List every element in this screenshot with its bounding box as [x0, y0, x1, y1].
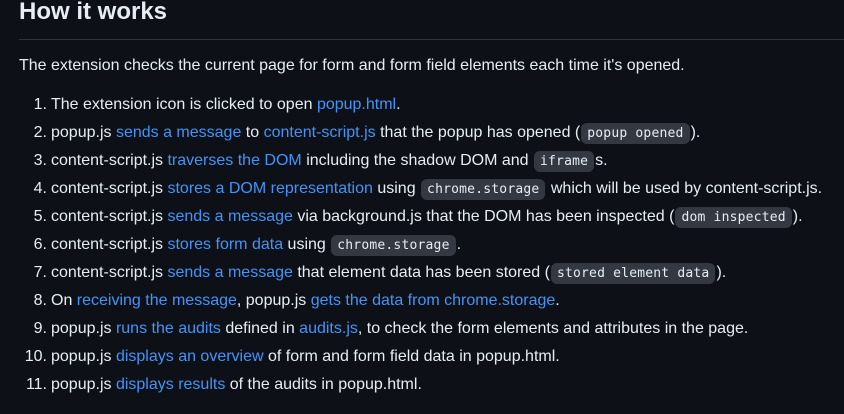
- list-item: 6. content-script.js stores form data usi…: [0, 235, 844, 263]
- step-text: popup.js: [51, 124, 116, 141]
- step-text: The extension icon is clicked to open: [51, 96, 317, 113]
- step-link[interactable]: runs the audits: [116, 320, 221, 337]
- list-item: 4. content-script.js stores a DOM represe…: [0, 179, 844, 207]
- step-text: , popup.js: [236, 292, 311, 309]
- step-link[interactable]: audits.js: [299, 320, 358, 337]
- step-link[interactable]: popup.html: [317, 96, 396, 113]
- step-text: On: [51, 292, 77, 309]
- step-link[interactable]: sends a message: [167, 208, 292, 225]
- step-text: .: [396, 96, 401, 113]
- step-text: popup.js: [51, 320, 116, 337]
- list-item-number: 11.: [25, 376, 47, 393]
- step-text: .: [555, 292, 560, 309]
- step-link[interactable]: sends a message: [116, 124, 241, 141]
- step-link[interactable]: sends a message: [167, 264, 292, 281]
- step-text: , to check the form elements and attribu…: [357, 320, 749, 337]
- step-text: that element data has been stored (: [292, 264, 550, 281]
- step-text: content-script.js: [51, 208, 168, 225]
- step-link[interactable]: displays an overview: [116, 348, 264, 365]
- list-item-number: 7.: [33, 264, 47, 281]
- list-item-number: 8.: [33, 292, 47, 309]
- step-text: popup.js: [51, 348, 116, 365]
- step-text: s.: [595, 152, 608, 169]
- inline-code: chrome.storage: [421, 179, 546, 200]
- step-text: ).: [792, 208, 803, 225]
- step-text: content-script.js: [51, 180, 168, 197]
- step-text: of form and form field data in popup.htm…: [263, 348, 560, 365]
- step-link[interactable]: gets the data from chrome.storage: [311, 292, 556, 309]
- inline-code: stored element data: [550, 263, 716, 284]
- inline-code: chrome.storage: [331, 235, 456, 256]
- list-item-number: 9.: [33, 320, 47, 337]
- step-text: via background.js that the DOM has been …: [292, 208, 675, 225]
- list-item: 1. The extension icon is clicked to open …: [0, 95, 844, 123]
- step-link[interactable]: content-script.js: [264, 124, 376, 141]
- step-text: content-script.js: [51, 152, 168, 169]
- step-text: .: [456, 236, 462, 253]
- list-item-number: 1.: [33, 96, 47, 113]
- inline-code: dom inspected: [675, 207, 792, 228]
- list-item: 9. popup.js runs the audits defined in au…: [0, 319, 844, 347]
- step-link[interactable]: stores a DOM representation: [167, 180, 372, 197]
- step-text: content-script.js: [51, 264, 168, 281]
- step-text: defined in: [220, 320, 300, 337]
- step-text: to: [241, 124, 264, 141]
- list-item: 11. popup.js displays results of the audi…: [0, 375, 844, 403]
- list-item-number: 3.: [33, 152, 47, 169]
- inline-code: iframe: [534, 151, 595, 172]
- list-item-number: 10.: [24, 348, 47, 365]
- list-item-number: 5.: [33, 208, 47, 225]
- heading-divider: [19, 39, 844, 40]
- step-link[interactable]: stores form data: [167, 236, 283, 253]
- intro-paragraph: The extension checks the current page fo…: [19, 57, 685, 74]
- step-text: including the shadow DOM and: [301, 152, 533, 169]
- step-text: using: [283, 236, 331, 253]
- step-text: content-script.js: [51, 236, 168, 253]
- list-item-number: 4.: [33, 180, 47, 197]
- list-item: 7. content-script.js sends a message that…: [0, 263, 844, 291]
- step-text: of the audits in popup.html.: [225, 376, 422, 393]
- list-item-number: 6.: [33, 236, 47, 253]
- list-item: 5. content-script.js sends a message via …: [0, 207, 844, 235]
- step-text: ).: [716, 264, 727, 281]
- inline-code: popup opened: [581, 123, 690, 144]
- step-text: that the popup has opened (: [375, 124, 581, 141]
- step-link[interactable]: traverses the DOM: [167, 152, 301, 169]
- list-item: 2. popup.js sends a message to content-sc…: [0, 123, 844, 151]
- steps-list: 1. The extension icon is clicked to open …: [0, 95, 844, 403]
- step-link[interactable]: displays results: [116, 376, 225, 393]
- step-text: which will be used by content-script.js.: [546, 180, 823, 197]
- step-text: popup.js: [51, 376, 116, 393]
- step-text: ).: [690, 124, 701, 141]
- section-heading: How it works: [19, 0, 168, 25]
- step-text: using: [372, 180, 421, 197]
- list-item: 10. popup.js displays an overview of form…: [0, 347, 844, 375]
- step-link[interactable]: receiving the message: [77, 292, 237, 309]
- list-item-number: 2.: [33, 124, 47, 141]
- list-item: 8. On receiving the message, popup.js get…: [0, 291, 844, 319]
- list-item: 3. content-script.js traverses the DOM in…: [0, 151, 844, 179]
